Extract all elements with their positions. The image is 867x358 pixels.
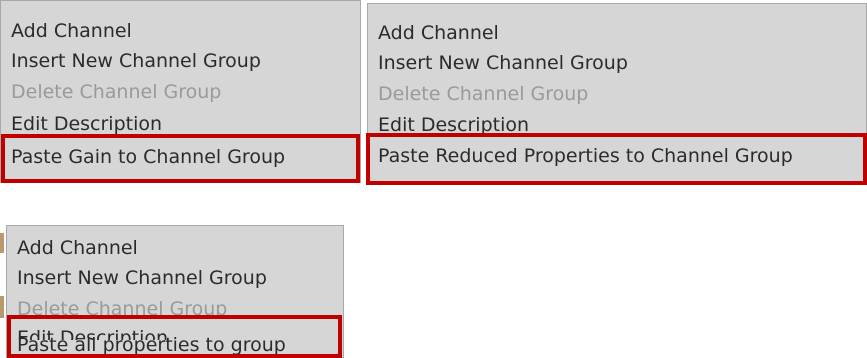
menu-item-delete-channel-group: Delete Channel Group xyxy=(378,83,589,105)
menu-item-add-channel[interactable]: Add Channel xyxy=(11,20,132,42)
highlight-box xyxy=(7,315,342,358)
menu-item-add-channel[interactable]: Add Channel xyxy=(378,22,499,44)
highlight-box xyxy=(1,134,360,183)
highlight-box xyxy=(366,133,867,185)
background-artifact xyxy=(0,296,4,318)
menu-item-insert-new-channel-group[interactable]: Insert New Channel Group xyxy=(17,267,267,289)
background-artifact xyxy=(0,233,4,253)
menu-item-delete-channel-group: Delete Channel Group xyxy=(11,81,222,103)
menu-item-insert-new-channel-group[interactable]: Insert New Channel Group xyxy=(11,50,261,72)
menu-item-add-channel[interactable]: Add Channel xyxy=(17,237,138,259)
menu-item-insert-new-channel-group[interactable]: Insert New Channel Group xyxy=(378,52,628,74)
menu-item-edit-description[interactable]: Edit Description xyxy=(11,113,162,135)
